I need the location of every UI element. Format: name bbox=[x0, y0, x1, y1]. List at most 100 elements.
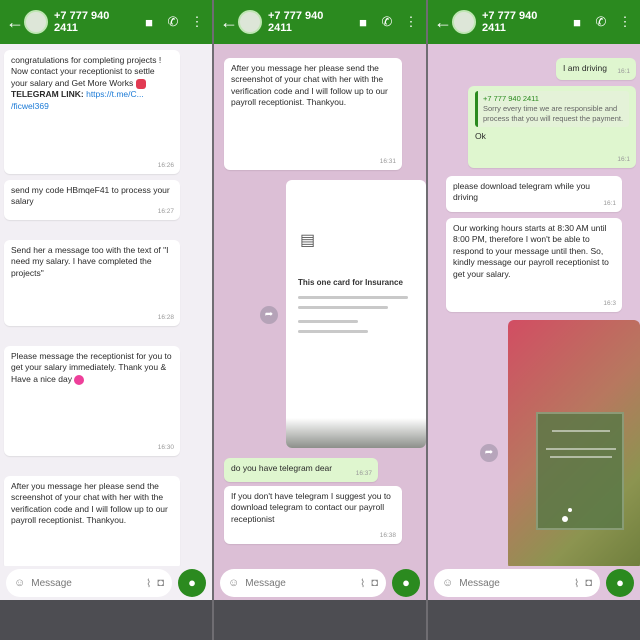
message-bubble[interactable]: congratulations for completing projects … bbox=[4, 50, 180, 174]
document-line bbox=[298, 306, 388, 309]
link-label: TELEGRAM LINK: bbox=[11, 89, 84, 100]
photo-line bbox=[546, 448, 616, 450]
message-text: After you message her please send the sc… bbox=[231, 63, 388, 108]
photo-attachment[interactable] bbox=[508, 320, 640, 570]
emoji-icon[interactable]: ☺ bbox=[442, 577, 453, 589]
phone-icon[interactable]: ✆ bbox=[164, 14, 182, 30]
message-list[interactable]: After you message her please send the sc… bbox=[214, 44, 426, 570]
contact-info[interactable]: +7 777 940 2411 bbox=[482, 10, 562, 34]
message-time: 16:1 bbox=[617, 68, 630, 76]
camera-icon[interactable]: ◘ bbox=[371, 577, 378, 589]
message-bubble[interactable]: send my code HBmqeF41 to process your sa… bbox=[4, 180, 180, 220]
telegram-link-2[interactable]: /ficwel369 bbox=[11, 101, 49, 111]
contact-phone: +7 777 940 2411 bbox=[268, 9, 324, 34]
message-time: 16:1 bbox=[603, 200, 616, 208]
message-bubble-outgoing[interactable]: I am driving 16:1 bbox=[556, 58, 636, 80]
message-time: 16:1 bbox=[617, 156, 630, 164]
emoji-icon bbox=[135, 78, 146, 89]
contact-info[interactable]: +7 777 940 2411 bbox=[54, 10, 134, 34]
more-vertical-icon[interactable]: ⋮ bbox=[402, 14, 420, 30]
paperclip-icon[interactable]: ⌇ bbox=[574, 577, 579, 590]
avatar[interactable] bbox=[238, 10, 262, 34]
more-vertical-icon[interactable]: ⋮ bbox=[188, 14, 206, 30]
message-input[interactable]: ☺ Message ⌇ ◘ bbox=[220, 569, 386, 597]
message-input[interactable]: ☺ Message ⌇ ◘ bbox=[434, 569, 600, 597]
arrow-left-icon[interactable]: ← bbox=[6, 12, 24, 33]
system-nav-bar bbox=[0, 600, 212, 640]
camera-icon[interactable]: ◘ bbox=[585, 577, 592, 589]
chat-panel-1: ← +7 777 940 2411 ■ ✆ ⋮ congratulations … bbox=[0, 0, 212, 640]
message-time: 16:38 bbox=[379, 532, 396, 540]
forward-icon[interactable]: ➦ bbox=[260, 306, 278, 324]
video-call-icon[interactable]: ■ bbox=[140, 15, 158, 30]
message-text: Send her a message too with the text of … bbox=[11, 245, 169, 278]
message-bubble[interactable]: After you message her please send the sc… bbox=[224, 58, 402, 170]
message-placeholder: Message bbox=[31, 577, 72, 589]
photo-card bbox=[536, 412, 624, 530]
avatar[interactable] bbox=[24, 10, 48, 34]
camera-icon[interactable]: ◘ bbox=[157, 577, 164, 589]
emoji-icon[interactable]: ☺ bbox=[14, 577, 25, 589]
message-text: Please message the receptionist for you … bbox=[11, 351, 172, 384]
more-vertical-icon[interactable]: ⋮ bbox=[616, 14, 634, 30]
quoted-author: +7 777 940 2411 bbox=[483, 94, 539, 103]
message-text: I am driving bbox=[563, 63, 607, 73]
video-call-icon[interactable]: ■ bbox=[354, 15, 372, 30]
paperclip-icon[interactable]: ⌇ bbox=[146, 577, 151, 590]
message-bubble[interactable]: If you don't have telegram I suggest you… bbox=[224, 486, 402, 544]
phone-icon[interactable]: ✆ bbox=[378, 14, 396, 30]
quoted-text: Sorry every time we are responsible and … bbox=[483, 104, 624, 124]
phone-icon[interactable]: ✆ bbox=[592, 14, 610, 30]
document-shadow bbox=[286, 418, 426, 448]
message-text: Ok bbox=[475, 131, 486, 142]
message-bubble[interactable]: Please message the receptionist for you … bbox=[4, 346, 180, 456]
message-bubble[interactable]: Send her a message too with the text of … bbox=[4, 240, 180, 326]
chat-header: ← +7 777 940 2411 ■ ✆ ⋮ bbox=[214, 0, 426, 44]
message-time: 16:26 bbox=[157, 162, 174, 170]
forward-icon[interactable]: ➦ bbox=[480, 444, 498, 462]
contact-phone: +7 777 940 2411 bbox=[482, 9, 538, 34]
microphone-icon[interactable]: ● bbox=[178, 569, 206, 597]
message-bubble[interactable]: Our working hours starts at 8:30 AM unti… bbox=[446, 218, 622, 312]
photo-sparkle bbox=[568, 508, 572, 512]
chat-panel-2: ← +7 777 940 2411 ■ ✆ ⋮ After you messag… bbox=[214, 0, 426, 640]
chat-header: ← +7 777 940 2411 ■ ✆ ⋮ bbox=[428, 0, 640, 44]
contact-phone: +7 777 940 2411 bbox=[54, 9, 110, 34]
system-nav-bar bbox=[428, 600, 640, 640]
message-bubble[interactable]: please download telegram while you drivi… bbox=[446, 176, 622, 212]
composer: ☺ Message ⌇ ◘ ● bbox=[214, 566, 426, 600]
avatar[interactable] bbox=[452, 10, 476, 34]
arrow-left-icon[interactable]: ← bbox=[220, 12, 238, 33]
document-image[interactable]: ▤ This one card for Insurance bbox=[286, 180, 426, 448]
emoji-icon bbox=[74, 374, 85, 385]
message-bubble-outgoing[interactable]: do you have telegram dear 16:37 bbox=[224, 458, 378, 482]
message-text: If you don't have telegram I suggest you… bbox=[231, 491, 391, 524]
message-bubble[interactable]: After you message her please send the sc… bbox=[4, 476, 180, 570]
message-bubble-outgoing[interactable]: +7 777 940 2411 Sorry every time we are … bbox=[468, 86, 636, 168]
telegram-link[interactable]: https://t.me/C... bbox=[86, 89, 144, 99]
microphone-icon[interactable]: ● bbox=[392, 569, 420, 597]
composer: ☺ Message ⌇ ◘ ● bbox=[428, 566, 640, 600]
photo-line bbox=[552, 430, 610, 432]
message-time: 16:28 bbox=[157, 314, 174, 322]
contact-info[interactable]: +7 777 940 2411 bbox=[268, 10, 348, 34]
photo-line bbox=[550, 456, 612, 458]
message-time: 16:37 bbox=[355, 470, 372, 478]
emoji-icon[interactable]: ☺ bbox=[228, 577, 239, 589]
message-list[interactable]: congratulations for completing projects … bbox=[0, 44, 212, 570]
message-list[interactable]: I am driving 16:1 +7 777 940 2411 Sorry … bbox=[428, 44, 640, 570]
message-text: After you message her please send the sc… bbox=[11, 481, 168, 526]
paperclip-icon[interactable]: ⌇ bbox=[360, 577, 365, 590]
message-time: 16:30 bbox=[157, 444, 174, 452]
message-text: please download telegram while you drivi… bbox=[453, 181, 591, 203]
message-text: Our working hours starts at 8:30 AM unti… bbox=[453, 223, 609, 279]
quoted-message[interactable]: +7 777 940 2411 Sorry every time we are … bbox=[475, 91, 629, 128]
message-text: do you have telegram dear bbox=[231, 463, 333, 473]
video-call-icon[interactable]: ■ bbox=[568, 15, 586, 30]
photo-sparkle bbox=[562, 516, 568, 522]
arrow-left-icon[interactable]: ← bbox=[434, 12, 452, 33]
document-title: This one card for Insurance bbox=[298, 278, 403, 287]
message-time: 16:27 bbox=[157, 208, 174, 216]
message-input[interactable]: ☺ Message ⌇ ◘ bbox=[6, 569, 172, 597]
microphone-icon[interactable]: ● bbox=[606, 569, 634, 597]
